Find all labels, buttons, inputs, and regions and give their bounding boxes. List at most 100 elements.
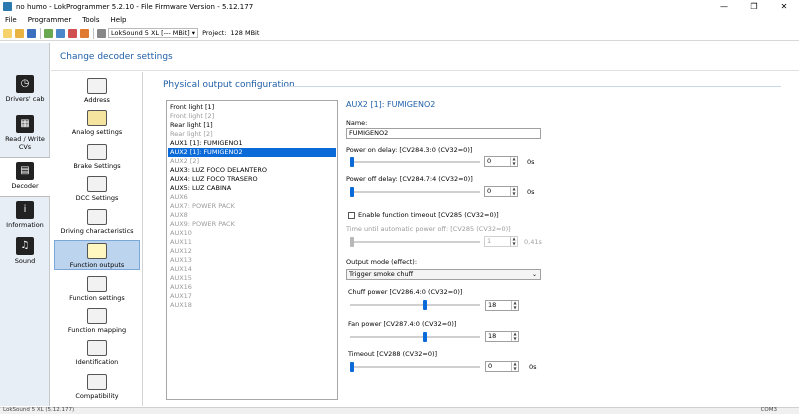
output-item-selected[interactable]: AUX2 [1]: FUMIGENO2 (168, 148, 336, 157)
fan-power-label: Fan power [CV287.4:0 (CV32=0)] (348, 320, 457, 328)
speedometer-icon: ◷ (16, 75, 34, 93)
subnav-identification[interactable]: Identification (54, 340, 140, 366)
dcc-icon (87, 176, 107, 192)
output-item[interactable]: AUX10 (168, 229, 336, 238)
subnav-function-outputs[interactable]: Function outputs (54, 240, 140, 270)
nav-sound[interactable]: ♫ Sound (0, 237, 50, 265)
power-on-delay-slider[interactable] (350, 156, 480, 168)
chevron-down-icon: ⌄ (531, 271, 537, 278)
auto-off-spinner[interactable]: 1 ▲ ▼ (484, 236, 518, 247)
chuff-power-thumb[interactable] (423, 300, 427, 310)
menu-help[interactable]: Help (111, 16, 127, 24)
compat-icon (87, 374, 107, 390)
fan-power-spinner[interactable]: 18 ▲ ▼ (485, 331, 519, 342)
subnav-function-settings[interactable]: Function settings (54, 276, 140, 302)
output-item[interactable]: AUX7: POWER PACK (168, 202, 336, 211)
output-item[interactable]: AUX18 (168, 301, 336, 310)
power-off-delay-slider[interactable] (350, 186, 480, 198)
output-item[interactable]: AUX3: LUZ FOCO DELANTERO (168, 166, 336, 175)
section-divider (283, 86, 781, 87)
chuff-power-slider[interactable] (350, 299, 480, 311)
minimize-button[interactable]: — (709, 0, 739, 13)
sliders-icon (87, 209, 107, 225)
output-item[interactable]: AUX12 (168, 247, 336, 256)
output-item[interactable]: Rear light [1] (168, 121, 336, 130)
import-icon[interactable] (44, 28, 53, 38)
output-item[interactable]: AUX1 [1]: FUMIGENO1 (168, 139, 336, 148)
menu-bar: File Programmer Tools Help (0, 14, 799, 25)
id-card-icon (87, 340, 107, 356)
timeout-thumb[interactable] (350, 362, 354, 372)
output-item[interactable]: AUX17 (168, 292, 336, 301)
decoder-subnav: Address Analog settings Brake Settings D… (51, 72, 143, 406)
nav-drivers-cab[interactable]: ◷ Drivers' cab (0, 75, 50, 103)
output-item[interactable]: Front light [1] (168, 103, 336, 112)
subnav-analog-settings[interactable]: Analog settings (54, 110, 140, 136)
output-item[interactable]: AUX16 (168, 283, 336, 292)
subnav-brake-settings[interactable]: Brake Settings (54, 144, 140, 170)
maximize-button[interactable]: ❐ (739, 0, 769, 13)
brake-icon (87, 144, 107, 160)
open-folder-icon[interactable] (15, 28, 24, 38)
subnav-driving-characteristics[interactable]: Driving characteristics (54, 209, 140, 235)
subnav-address[interactable]: Address (54, 78, 140, 104)
menu-programmer[interactable]: Programmer (28, 16, 72, 24)
run-icon[interactable] (80, 28, 89, 38)
status-right: COM3 (760, 407, 777, 413)
auto-off-label: Time until automatic power off: [CV285 (… (346, 225, 511, 233)
chuff-power-label: Chuff power [CV286.4:0 (CV32=0)] (348, 288, 463, 296)
menu-tools[interactable]: Tools (82, 16, 99, 24)
output-item[interactable]: AUX4: LUZ FOCO TRASERO (168, 175, 336, 184)
decoder-type-icon (97, 28, 106, 38)
save-icon[interactable] (27, 28, 36, 38)
nav-read-write-cvs[interactable]: ▦ Read / Write CVs (0, 115, 50, 151)
output-item[interactable]: AUX5: LUZ CABINA (168, 184, 336, 193)
nav-decoder[interactable]: ▤ Decoder (0, 157, 50, 197)
info-icon: i (16, 201, 34, 219)
power-on-delay-label: Power on delay: [CV284.3:0 (CV32=0)] (346, 146, 473, 154)
new-file-icon[interactable] (3, 28, 12, 38)
power-off-delay-thumb[interactable] (350, 187, 354, 197)
subnav-compatibility[interactable]: Compatibility (54, 374, 140, 400)
chuff-power-spinner[interactable]: 18 ▲ ▼ (485, 300, 519, 311)
power-on-delay-thumb[interactable] (350, 157, 354, 167)
output-item[interactable]: AUX11 (168, 238, 336, 247)
output-item[interactable]: AUX9: POWER PACK (168, 220, 336, 229)
output-list[interactable]: Front light [1] Front light [2] Rear lig… (166, 100, 338, 400)
power-on-delay-spinner[interactable]: 0 ▲ ▼ (484, 156, 518, 167)
output-item[interactable]: Front light [2] (168, 112, 336, 121)
write-icon[interactable] (68, 28, 77, 38)
output-item[interactable]: AUX15 (168, 274, 336, 283)
output-item[interactable]: AUX14 (168, 265, 336, 274)
function-icon (87, 276, 107, 292)
auto-off-thumb[interactable] (350, 237, 354, 247)
subnav-function-mapping[interactable]: Function mapping (54, 308, 140, 334)
export-icon[interactable] (56, 28, 65, 38)
close-button[interactable]: ✕ (769, 0, 799, 13)
nav-information[interactable]: i Information (0, 201, 50, 229)
output-item[interactable]: AUX8 (168, 211, 336, 220)
output-item[interactable]: AUX6 (168, 193, 336, 202)
output-item[interactable]: AUX2 [2] (168, 157, 336, 166)
subnav-dcc-settings[interactable]: DCC Settings (54, 176, 140, 202)
output-item[interactable]: AUX13 (168, 256, 336, 265)
name-input[interactable]: FUMIGENO2 (346, 128, 541, 139)
output-mode-select[interactable]: Trigger smoke chuff ⌄ (346, 269, 541, 280)
timeout-spinner[interactable]: 0 ▲ ▼ (485, 361, 519, 372)
project-size: 128 MBit (230, 29, 260, 37)
timeout-slider[interactable] (350, 361, 480, 373)
power-off-delay-spinner[interactable]: 0 ▲ ▼ (484, 186, 518, 197)
title-bar: no humo - LokProgrammer 5.2.10 - File Fi… (0, 0, 799, 13)
output-item[interactable]: Rear light [2] (168, 130, 336, 139)
toolbar: LokSound 5 XL [--- MBit] ▾ Project: 128 … (0, 26, 799, 41)
auto-off-slider[interactable] (350, 236, 480, 248)
decoder-select[interactable]: LokSound 5 XL [--- MBit] ▾ (108, 28, 199, 38)
enable-timeout-checkbox[interactable] (348, 212, 355, 219)
output-details: AUX2 [1]: FUMIGENO2 Name: FUMIGENO2 Powe… (346, 100, 786, 400)
fan-power-slider[interactable] (350, 331, 480, 343)
section-title: Physical output configuration (163, 80, 295, 90)
menu-file[interactable]: File (5, 16, 17, 24)
fan-power-thumb[interactable] (423, 332, 427, 342)
mapping-icon (87, 308, 107, 324)
envelope-icon (87, 78, 107, 94)
